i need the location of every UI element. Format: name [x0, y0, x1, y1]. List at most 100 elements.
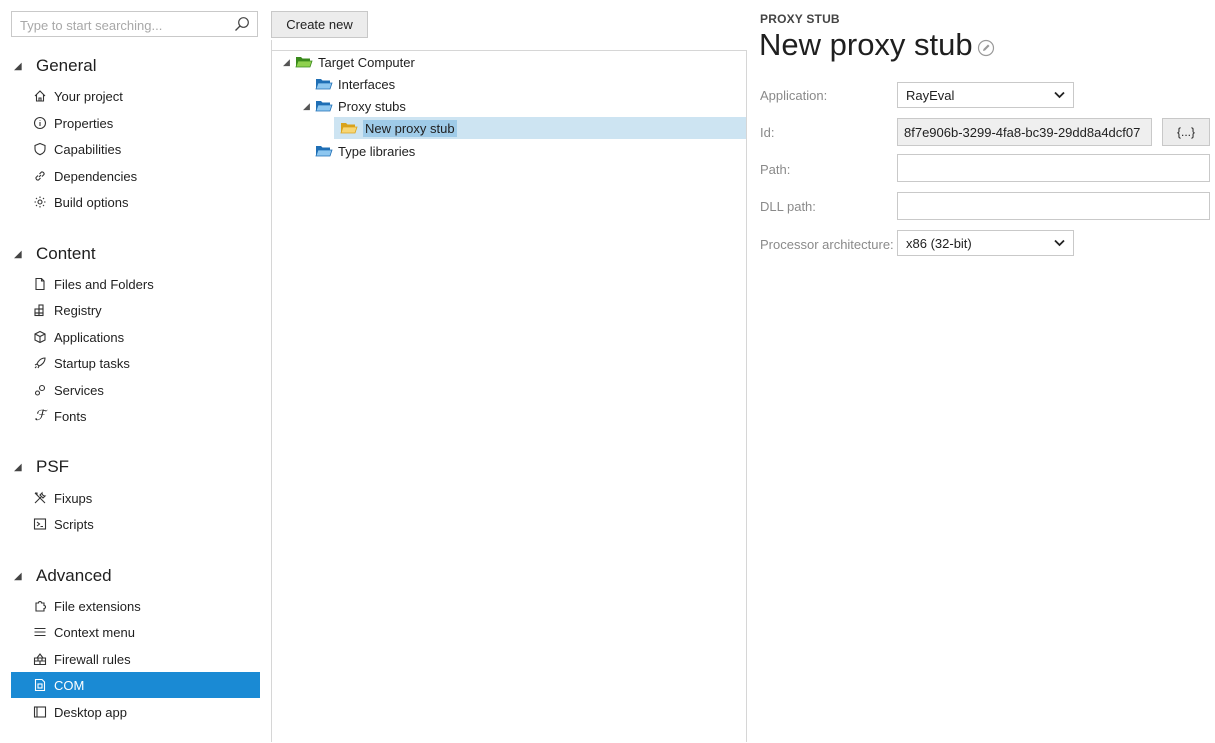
section-general[interactable]: ◢ General [14, 54, 96, 78]
folder-open-blue-icon [315, 146, 333, 157]
puzzle-icon [33, 599, 47, 613]
package-icon [33, 330, 47, 344]
services-icon [33, 383, 47, 397]
sidebar-item-startup-tasks[interactable]: Startup tasks [11, 350, 260, 376]
sidebar-item-label: Context menu [54, 624, 135, 640]
dll-path-field[interactable] [897, 192, 1210, 220]
sidebar-item-files-and-folders[interactable]: Files and Folders [11, 271, 260, 297]
tree-node-label: Type libraries [338, 143, 416, 159]
section-psf[interactable]: ◢ PSF [14, 455, 69, 479]
tools-icon [33, 491, 47, 505]
desktop-icon [33, 705, 47, 719]
search-input[interactable] [18, 13, 232, 37]
section-advanced[interactable]: ◢ Advanced [14, 564, 112, 588]
tree-node-type-libraries[interactable]: Type libraries [303, 140, 415, 162]
section-label: General [36, 56, 97, 75]
collapse-caret-icon: ◢ [14, 248, 22, 260]
sidebar-item-label: Dependencies [54, 168, 138, 184]
shield-icon [33, 142, 47, 156]
path-field[interactable] [897, 154, 1210, 182]
collapse-caret-icon: ◢ [14, 570, 22, 582]
tree-node-new-proxy-stub[interactable]: New proxy stub [328, 117, 457, 139]
collapse-caret-icon: ◢ [14, 60, 22, 72]
edit-icon[interactable] [977, 39, 995, 57]
rocket-icon [33, 356, 47, 370]
file-icon [33, 277, 47, 291]
sidebar-item-label: Services [54, 382, 104, 398]
sidebar-item-label: Properties [54, 115, 114, 131]
gear-icon [33, 195, 47, 209]
section-label: Content [36, 244, 96, 263]
sidebar-item-context-menu[interactable]: Context menu [11, 619, 260, 645]
sidebar-item-capabilities[interactable]: Capabilities [11, 136, 260, 162]
tree-node-proxy-stubs[interactable]: ◢ Proxy stubs [303, 95, 406, 117]
home-icon [33, 89, 47, 103]
sidebar-item-build-options[interactable]: Build options [11, 189, 260, 215]
sidebar-item-fixups[interactable]: Fixups [11, 485, 260, 511]
folder-open-blue-icon [315, 79, 333, 90]
sidebar-item-your-project[interactable]: Your project [11, 83, 260, 109]
sidebar-item-label: Build options [54, 194, 129, 210]
sidebar-item-file-extensions[interactable]: File extensions [11, 593, 260, 619]
sidebar-item-label: COM [54, 677, 85, 693]
com-icon [33, 678, 47, 692]
section-content[interactable]: ◢ Content [14, 242, 96, 266]
collapse-caret-icon: ◢ [14, 461, 22, 473]
sidebar-item-label: Applications [54, 329, 125, 345]
processor-architecture-value: x86 (32-bit) [906, 235, 972, 251]
sidebar-item-firewall-rules[interactable]: Firewall rules [11, 646, 260, 672]
sidebar-item-label: Fixups [54, 490, 93, 506]
sidebar-item-com[interactable]: COM [11, 672, 260, 698]
font-icon: ℱ [34, 408, 46, 424]
folder-open-yellow-icon [340, 123, 358, 134]
info-icon [33, 116, 47, 130]
application-select[interactable]: RayEval [897, 82, 1074, 108]
sidebar-item-fonts[interactable]: ℱ Fonts [11, 403, 260, 429]
detail-kicker: PROXY STUB [760, 12, 840, 26]
sidebar-item-label: Capabilities [54, 141, 122, 157]
script-icon [33, 517, 47, 531]
section-label: PSF [36, 457, 70, 476]
sidebar-item-label: File extensions [54, 598, 141, 614]
link-icon [33, 169, 47, 183]
tree-node-label: Interfaces [338, 76, 396, 92]
processor-architecture-select[interactable]: x86 (32-bit) [897, 230, 1074, 256]
tree-node-label: New proxy stub [363, 119, 457, 137]
sidebar-item-services[interactable]: Services [11, 377, 260, 403]
id-field[interactable]: 8f7e906b-3299-4fa8-bc39-29dd8a4dcf07 [897, 118, 1152, 146]
section-label: Advanced [36, 566, 112, 585]
sidebar-item-label: Desktop app [54, 704, 127, 720]
create-new-button[interactable]: Create new [271, 11, 368, 38]
sidebar-item-label: Scripts [54, 516, 94, 532]
sidebar-item-desktop-app[interactable]: Desktop app [11, 699, 260, 725]
application-select-value: RayEval [906, 87, 955, 103]
sidebar-item-registry[interactable]: Registry [11, 297, 260, 323]
menu-icon [33, 625, 47, 639]
sidebar-item-label: Your project [54, 88, 123, 104]
search-box[interactable] [11, 11, 258, 37]
tree-expand-icon[interactable]: ◢ [303, 101, 315, 112]
sidebar-item-properties[interactable]: Properties [11, 110, 260, 136]
panel-divider [746, 50, 747, 742]
sidebar-item-label: Firewall rules [54, 651, 131, 667]
sidebar-item-applications[interactable]: Applications [11, 324, 260, 350]
sidebar-item-scripts[interactable]: Scripts [11, 511, 260, 537]
sidebar-item-label: Files and Folders [54, 276, 154, 292]
dll-path-label: DLL path: [760, 199, 816, 214]
search-icon[interactable] [234, 16, 250, 32]
tree-node-interfaces[interactable]: Interfaces [303, 73, 395, 95]
detail-title-row: New proxy stub [759, 27, 995, 63]
sidebar-item-dependencies[interactable]: Dependencies [11, 163, 260, 189]
tree-expand-icon[interactable]: ◢ [283, 57, 295, 68]
chevron-down-icon [1054, 91, 1065, 99]
page-title: New proxy stub [759, 27, 973, 62]
sidebar-item-label: Fonts [54, 408, 87, 424]
folder-open-green-icon [295, 57, 313, 68]
tree-node-target-computer[interactable]: ◢ Target Computer [283, 51, 415, 73]
tree-node-label: Target Computer [318, 54, 415, 70]
tree-node-label: Proxy stubs [338, 98, 406, 114]
id-label: Id: [760, 125, 775, 140]
chevron-down-icon [1054, 239, 1065, 247]
registry-icon [33, 303, 47, 317]
generate-id-button[interactable]: {...} [1162, 118, 1210, 146]
